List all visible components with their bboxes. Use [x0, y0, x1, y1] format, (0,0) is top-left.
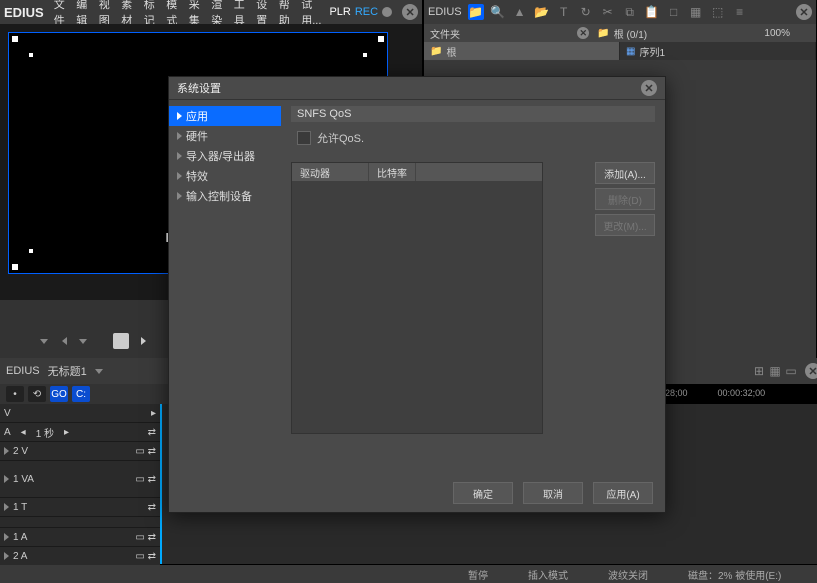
stop-button[interactable]	[113, 333, 129, 349]
tool-icon[interactable]: ⊞	[751, 363, 767, 379]
system-settings-dialog: 系统设置 ✕ 应用 硬件 导入器/导出器 特效 输入控制设备 SNFS QoS …	[168, 76, 666, 513]
ruler-tick: 00:00:32;00	[718, 388, 766, 404]
mode-go-icon[interactable]: GO	[50, 386, 68, 402]
change-button[interactable]: 更改(M)...	[595, 214, 655, 236]
tree-root[interactable]: 📁根	[424, 42, 620, 60]
copy-icon[interactable]: ⧉	[622, 4, 638, 20]
sidebar-item-input[interactable]: 输入控制设备	[169, 186, 281, 206]
track-a[interactable]: A◂1 秒▸⇄	[0, 423, 160, 442]
mode-icon[interactable]: ⟲	[28, 386, 46, 402]
paste-icon[interactable]: 📋	[644, 4, 660, 20]
mode-c-icon[interactable]: C:	[72, 386, 90, 402]
tool-icon[interactable]: ▦	[688, 4, 704, 20]
track-2a[interactable]: 2 A▭ ⇄	[0, 547, 160, 566]
ok-button[interactable]: 确定	[453, 482, 513, 504]
app-brand: EDIUS	[6, 365, 40, 377]
sidebar-item-importer[interactable]: 导入器/导出器	[169, 146, 281, 166]
folder-icon[interactable]: 📁	[468, 4, 484, 20]
main-menubar: EDIUS 文件 编辑 视图 素材 标记 模式 采集 渲染 工具 设置 帮助 试…	[0, 0, 422, 24]
tool-icon[interactable]: ▦	[767, 363, 783, 379]
allow-qos-checkbox[interactable]: 允许QoS.	[291, 122, 655, 154]
tool-icon[interactable]: ⬚	[710, 4, 726, 20]
close-icon[interactable]: ✕	[796, 4, 812, 20]
status-pause: 暂停	[468, 567, 488, 582]
track-1va[interactable]: 1 VA▭ ⇄	[0, 461, 160, 498]
app-brand: EDIUS	[428, 6, 462, 18]
status-ripple: 波纹关闭	[608, 567, 648, 582]
search-icon[interactable]: 🔍	[490, 4, 506, 20]
dialog-titlebar[interactable]: 系统设置 ✕	[169, 77, 665, 100]
track-v[interactable]: V▸	[0, 404, 160, 423]
dialog-sidebar: 应用 硬件 导入器/导出器 特效 输入控制设备	[169, 100, 281, 478]
sidebar-item-app[interactable]: 应用	[169, 106, 281, 126]
tool-icon[interactable]: ▭	[783, 363, 799, 379]
folder-header-row: 文件夹 ✕ 📁 根 (0/1) 100%	[424, 24, 816, 42]
prev-icon[interactable]	[62, 337, 67, 345]
safe-marker-icon	[29, 249, 33, 253]
play-icon[interactable]	[141, 337, 146, 345]
close-icon[interactable]: ✕	[805, 363, 817, 379]
dialog-main: SNFS QoS 允许QoS. 驱动器 比特率 添加(A)... 删除(D) 更…	[281, 100, 665, 478]
safe-marker-icon	[12, 264, 18, 270]
sidebar-item-hardware[interactable]: 硬件	[169, 126, 281, 146]
col-drive[interactable]: 驱动器	[292, 163, 369, 181]
close-icon[interactable]: ✕	[641, 80, 657, 96]
open-icon[interactable]: 📂	[534, 4, 550, 20]
bin-tree-row: 📁根 ▦序列1	[424, 42, 816, 60]
safe-marker-icon	[378, 36, 384, 42]
folder-label: 文件夹	[430, 26, 460, 41]
apply-button[interactable]: 应用(A)	[593, 482, 653, 504]
dialog-title: 系统设置	[177, 80, 221, 96]
close-icon[interactable]: ✕	[402, 4, 418, 20]
track-headers: V▸ A◂1 秒▸⇄ 2 V▭ ⇄ 1 VA▭ ⇄ 1 T⇄ 1 A▭ ⇄ 2 …	[0, 404, 160, 566]
cut-icon[interactable]: ✂	[600, 4, 616, 20]
tree-sequence[interactable]: ▦序列1	[620, 42, 816, 60]
plr-label: PLR	[329, 6, 350, 18]
safe-marker-icon	[12, 36, 18, 42]
dropdown-icon[interactable]	[95, 369, 103, 374]
col-bitrate[interactable]: 比特率	[369, 163, 416, 181]
delete-button[interactable]: 删除(D)	[595, 188, 655, 210]
list-icon[interactable]: ≡	[732, 4, 748, 20]
safe-marker-icon	[29, 53, 33, 57]
track-gap	[0, 517, 160, 528]
status-bar: 暂停 插入模式 波纹关闭 磁盘：2% 被使用(E:)	[0, 565, 817, 583]
zoom-value: 100%	[764, 28, 790, 39]
tool-icon[interactable]: ↻	[578, 4, 594, 20]
status-disk: 磁盘：2% 被使用(E:)	[688, 567, 781, 582]
rec-label: REC	[355, 6, 378, 18]
track-1a[interactable]: 1 A▭ ⇄	[0, 528, 160, 547]
add-button[interactable]: 添加(A)...	[595, 162, 655, 184]
status-insert-mode: 插入模式	[528, 567, 568, 582]
safe-marker-icon	[363, 53, 367, 57]
track-2v[interactable]: 2 V▭ ⇄	[0, 442, 160, 461]
tool-icon[interactable]: T	[556, 4, 572, 20]
list-header: 驱动器 比特率	[292, 163, 542, 181]
group-label: SNFS QoS	[291, 106, 655, 122]
bin-toolbar: EDIUS 📁 🔍 ▲ 📂 T ↻ ✂ ⧉ 📋 □ ▦ ⬚ ≡ ✕	[424, 0, 816, 24]
dropdown-icon[interactable]	[79, 339, 87, 344]
checkbox-icon[interactable]	[297, 131, 311, 145]
cancel-button[interactable]: 取消	[523, 482, 583, 504]
qos-list[interactable]: 驱动器 比特率	[291, 162, 543, 434]
sequence-title: 无标题1	[48, 363, 87, 379]
tool-icon[interactable]: □	[666, 4, 682, 20]
allow-qos-label: 允许QoS.	[317, 130, 364, 146]
close-icon[interactable]: ✕	[577, 27, 589, 39]
track-1t[interactable]: 1 T⇄	[0, 498, 160, 517]
up-icon[interactable]: ▲	[512, 4, 528, 20]
sidebar-item-effects[interactable]: 特效	[169, 166, 281, 186]
mode-icon[interactable]: •	[6, 386, 24, 402]
path-label: 根 (0/1)	[614, 26, 647, 41]
timeline-ruler[interactable]: 00:00:28;00 00:00:32;00	[640, 388, 815, 404]
dropdown-icon[interactable]	[40, 339, 48, 344]
rec-indicator-icon	[382, 7, 392, 17]
dialog-footer: 确定 取消 应用(A)	[453, 482, 653, 504]
app-brand: EDIUS	[4, 5, 44, 20]
